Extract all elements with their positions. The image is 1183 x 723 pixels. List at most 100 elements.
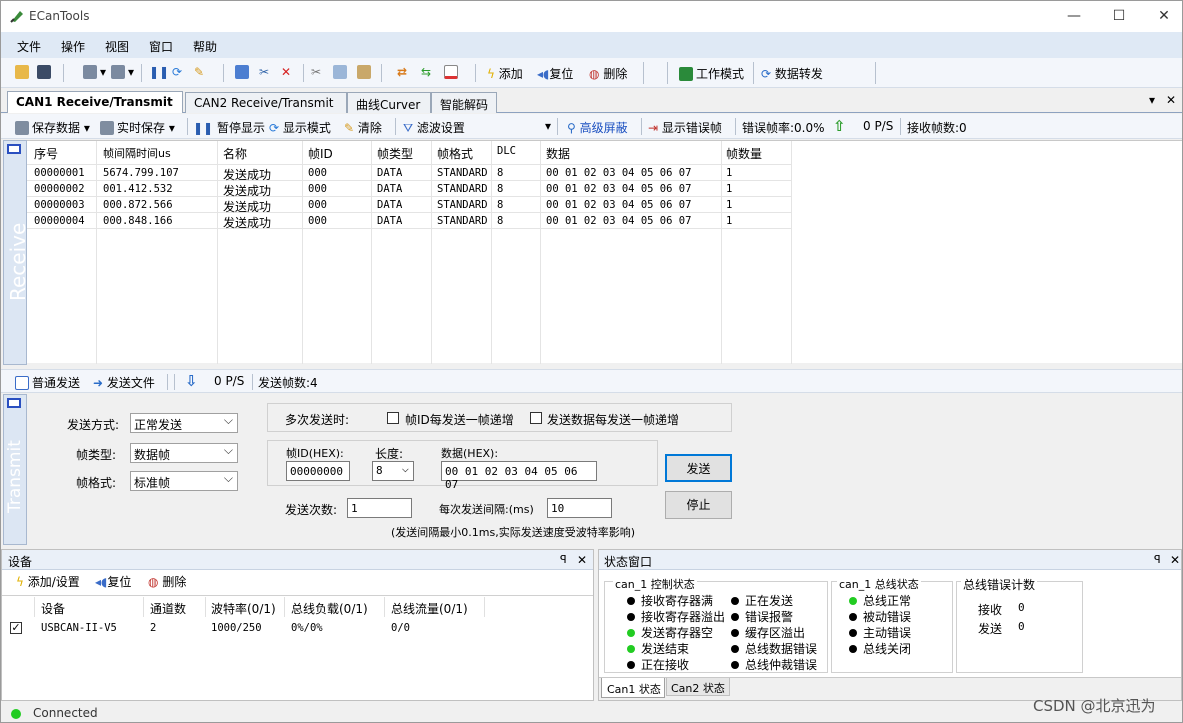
tab-can1[interactable]: CAN1 Receive/Transmit — [7, 91, 183, 113]
status-panel-close[interactable]: ✕ — [1170, 553, 1180, 567]
cut-icon[interactable]: ✂ — [311, 65, 321, 79]
close-button[interactable]: ✕ — [1149, 5, 1179, 27]
tab-can1-status[interactable]: Can1 状态 — [601, 678, 665, 698]
status-bar: Connected — [1, 703, 1182, 722]
paste-icon[interactable] — [357, 65, 374, 79]
cell-frame-format: STANDARD — [437, 167, 488, 179]
save-icon[interactable] — [37, 65, 54, 79]
reset-icon: ◂◖ — [95, 575, 108, 589]
frame-format-select[interactable]: 标准帧 — [130, 471, 238, 491]
cell-interval: 000.848.166 — [103, 215, 173, 227]
receive-table[interactable]: 序号 帧间隔时间us 名称 帧ID 帧类型 帧格式 DLC 数据 帧数量 000… — [27, 140, 1182, 364]
device-reset-button[interactable]: ◂◖复位 — [95, 573, 131, 590]
delete-button[interactable]: ◍ 删除 — [589, 65, 627, 82]
menu-operation[interactable]: 操作 — [61, 38, 85, 55]
device-col-header[interactable]: 设备 — [41, 600, 65, 617]
col-header-frame-id[interactable]: 帧ID — [308, 145, 333, 162]
menu-window[interactable]: 窗口 — [149, 38, 173, 55]
menu-file[interactable]: 文件 — [17, 38, 41, 55]
menu-view[interactable]: 视图 — [105, 38, 129, 55]
inc-data-checkbox[interactable] — [530, 412, 542, 424]
pause-display-button[interactable]: ❚❚ 暂停显示 — [193, 119, 265, 136]
normal-send-button[interactable]: 普通发送 — [15, 374, 80, 391]
broom-icon[interactable]: ✎ — [194, 65, 204, 79]
copy-icon[interactable] — [333, 65, 350, 79]
col-header-frame-type[interactable]: 帧类型 — [377, 145, 413, 162]
add-settings-button[interactable]: ϟ 添加/设置 — [16, 573, 80, 590]
device-close-icon[interactable]: ▾ — [111, 65, 134, 79]
advanced-mask-button[interactable]: ⚲ 高级屏蔽 — [567, 119, 628, 136]
interval-input[interactable]: 10 — [547, 498, 612, 518]
col-header-name[interactable]: 名称 — [223, 145, 247, 162]
display-mode-button[interactable]: ⟳ 显示模式 — [269, 119, 331, 136]
col-header-data[interactable]: 数据 — [546, 145, 570, 162]
menu-help[interactable]: 帮助 — [193, 38, 217, 55]
device-delete-label: 删除 — [162, 575, 187, 589]
col-header-interval[interactable]: 帧间隔时间us — [103, 145, 171, 161]
baud-col-header[interactable]: 波特率(0/1) — [211, 600, 276, 617]
error-rate: 错误帧率:0.0% — [742, 121, 825, 135]
length-select[interactable]: 8 — [372, 461, 414, 481]
device-panel-close[interactable]: ✕ — [577, 553, 587, 567]
cell-data: 00 01 02 03 04 05 06 07 — [546, 199, 692, 211]
send-button[interactable]: 发送 — [665, 454, 732, 482]
frame-id-input[interactable]: 00000000 — [286, 461, 350, 481]
tab-can2[interactable]: CAN2 Receive/Transmit — [185, 92, 347, 113]
app-logo-icon — [10, 11, 23, 23]
add-button[interactable]: ϟ 添加 — [487, 65, 523, 82]
open-icon[interactable] — [15, 65, 32, 79]
status-item-label: 正在发送 — [745, 594, 794, 608]
status-dot-icon — [731, 613, 739, 621]
bus-flow-col-header[interactable]: 总线流量(0/1) — [391, 600, 468, 617]
device-open-icon[interactable]: ▾ — [83, 65, 106, 79]
col-header-dlc[interactable]: DLC — [497, 145, 516, 157]
pin-icon[interactable]: ꟼ — [1154, 553, 1161, 566]
delete-x-icon[interactable]: ✕ — [281, 65, 291, 79]
connect-icon[interactable]: ⇆ — [421, 65, 431, 79]
send-file-button[interactable]: ➜ 发送文件 — [93, 374, 155, 391]
swap-icon[interactable]: ⇄ — [397, 65, 407, 79]
status-item: 正在接收 — [627, 656, 725, 672]
frame-type-select[interactable]: 数据帧 — [130, 443, 238, 463]
monitor-icon[interactable] — [235, 65, 252, 79]
data-forward-button[interactable]: ⟳ 数据转发 — [761, 65, 823, 82]
filter-settings-button[interactable]: ⛛ 滤波设置 — [403, 119, 465, 136]
filter-dropdown[interactable]: ▾ — [545, 119, 551, 133]
data-forward-icon: ⟳ — [761, 67, 772, 81]
tools-icon[interactable]: ✂ — [259, 65, 269, 79]
device-checkbox[interactable]: ✓ — [10, 622, 22, 634]
refresh-icon[interactable]: ⟳ — [172, 65, 182, 79]
stop-button[interactable]: 停止 — [665, 491, 732, 519]
inc-id-checkbox[interactable] — [387, 412, 399, 424]
device-delete-button[interactable]: ◍ 删除 — [148, 573, 186, 590]
pin-icon[interactable]: ꟼ — [560, 553, 567, 566]
bus-load-col-header[interactable]: 总线负载(0/1) — [291, 600, 368, 617]
status-item-label: 总线仲裁错误 — [745, 658, 818, 672]
tab-can2-status[interactable]: Can2 状态 — [666, 678, 730, 696]
maximize-button[interactable]: ☐ — [1104, 5, 1134, 27]
tab-list-dropdown[interactable]: ▾ — [1149, 93, 1155, 107]
tab-smart-decode[interactable]: 智能解码 — [431, 92, 497, 113]
send-mode-select[interactable]: 正常发送 — [130, 413, 238, 433]
panel-toggle-icon[interactable] — [7, 398, 21, 408]
realtime-save-button[interactable]: 实时保存 ▾ — [100, 119, 175, 136]
col-header-frame-format[interactable]: 帧格式 — [437, 145, 473, 162]
col-header-seq[interactable]: 序号 — [34, 145, 58, 162]
pause-icon[interactable]: ❚❚ — [149, 65, 169, 79]
send-count-input[interactable]: 1 — [347, 498, 412, 518]
tab-curve[interactable]: 曲线Curver — [347, 92, 431, 113]
filter-settings-label: 滤波设置 — [416, 121, 465, 135]
reset-button[interactable]: ◂◖复位 — [537, 65, 573, 82]
panel-toggle-icon[interactable] — [7, 144, 21, 154]
show-error-frames-button[interactable]: ⇥ 显示错误帧 — [648, 119, 722, 136]
data-input[interactable]: 00 01 02 03 04 05 06 07 — [441, 461, 597, 491]
save-data-button[interactable]: 保存数据 ▾ — [15, 119, 90, 136]
work-mode-button[interactable]: 工作模式 — [679, 65, 744, 82]
disconnect-icon[interactable] — [444, 65, 461, 79]
realtime-save-icon — [100, 121, 114, 135]
channels-col-header[interactable]: 通道数 — [150, 600, 186, 617]
tab-close-button[interactable]: ✕ — [1166, 93, 1176, 107]
minimize-button[interactable]: — — [1059, 5, 1089, 27]
clear-button[interactable]: ✎ 清除 — [344, 119, 382, 136]
col-header-count[interactable]: 帧数量 — [726, 145, 762, 162]
